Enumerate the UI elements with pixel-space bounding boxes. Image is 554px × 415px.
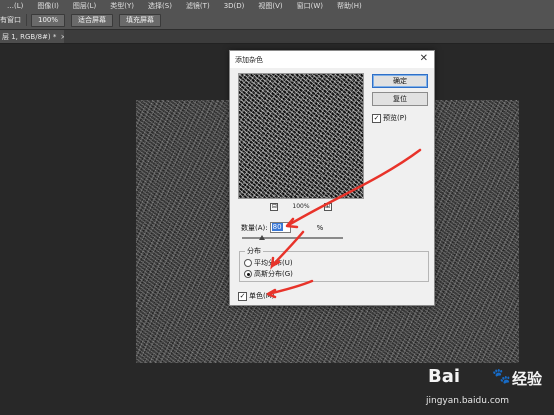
uniform-label: 平均分布(U): [254, 259, 293, 267]
menu-item-select[interactable]: 选择(S): [141, 1, 179, 11]
amount-unit: %: [316, 223, 324, 232]
monochromatic-checkbox-row[interactable]: ✓ 单色(M): [238, 291, 275, 301]
menu-item-filter[interactable]: 滤镜(T): [179, 1, 217, 11]
menu-item-image[interactable]: 图像(I): [30, 1, 66, 11]
amount-input[interactable]: 80: [269, 222, 291, 233]
noise-preview[interactable]: [238, 73, 364, 199]
watermark-brand-suffix: 经验: [512, 370, 543, 388]
zoom-out-icon[interactable]: ⊟: [270, 202, 279, 211]
uniform-radio-row[interactable]: 平均分布(U): [244, 258, 293, 268]
dialog-title-bar: 添加杂色 ✕: [230, 51, 434, 68]
menu-item-type[interactable]: 类型(Y): [103, 1, 141, 11]
amount-row: 数量(A): 80 %: [241, 222, 323, 233]
reset-button[interactable]: 复位: [372, 92, 428, 106]
amount-value: 80: [271, 223, 283, 231]
dialog-title: 添加杂色: [235, 55, 263, 64]
document-tab-bar: 层 1, RGB/8#) * ×: [0, 30, 554, 44]
menu-item-layer[interactable]: 图层(L): [66, 1, 103, 11]
amount-slider[interactable]: [242, 237, 343, 239]
amount-label: 数量(A):: [241, 223, 268, 232]
watermark-url: jingyan.baidu.com: [426, 396, 510, 406]
monochromatic-checkbox[interactable]: ✓: [238, 291, 247, 301]
menu-item[interactable]: …(L): [0, 2, 30, 10]
zoom-in-icon[interactable]: ⊞: [323, 202, 332, 211]
zoom-100-button[interactable]: 100%: [31, 13, 66, 27]
preview-zoom-value: 100%: [292, 203, 310, 210]
monochromatic-label: 单色(M): [249, 292, 275, 300]
menu-item-3d[interactable]: 3D(D): [217, 2, 252, 10]
distribution-group: 分布 平均分布(U) 高斯分布(G): [239, 246, 429, 282]
amount-slider-handle[interactable]: [259, 235, 266, 240]
document-tab-title: 层 1, RGB/8#) *: [2, 32, 57, 41]
menu-item-view[interactable]: 视图(V): [251, 1, 289, 11]
watermark-brand: Bai: [428, 366, 461, 387]
divider: [26, 14, 27, 26]
preview-zoom-controls: ⊟ 100% ⊞: [238, 202, 364, 211]
add-noise-dialog: 添加杂色 ✕ ⊟ 100% ⊞ 确定 复位 ✓ 预览(P) 数量(A): 80 …: [229, 50, 435, 306]
distribution-legend: 分布: [245, 246, 263, 256]
menu-item-window[interactable]: 窗口(W): [290, 1, 330, 11]
options-bar: 有窗口 100% 适合屏幕 填充屏幕: [0, 11, 554, 30]
fill-screen-button[interactable]: 填充屏幕: [119, 13, 162, 27]
gaussian-radio[interactable]: [244, 270, 252, 278]
options-label: 有窗口: [0, 16, 21, 24]
menu-item-help[interactable]: 帮助(H): [330, 1, 369, 11]
close-icon[interactable]: ✕: [420, 53, 428, 64]
baidu-jingyan-watermark: Bai 🐾 经验 jingyan.baidu.com: [424, 366, 552, 413]
close-icon[interactable]: ×: [60, 33, 64, 41]
uniform-radio[interactable]: [244, 259, 252, 267]
document-tab[interactable]: 层 1, RGB/8#) * ×: [0, 30, 64, 43]
preview-checkbox[interactable]: ✓: [372, 113, 381, 123]
gaussian-radio-row[interactable]: 高斯分布(G): [244, 269, 293, 279]
paw-icon: 🐾: [492, 367, 511, 385]
preview-checkbox-label: 预览(P): [383, 114, 407, 122]
fit-screen-button[interactable]: 适合屏幕: [71, 13, 114, 27]
gaussian-label: 高斯分布(G): [254, 270, 293, 278]
preview-checkbox-row[interactable]: ✓ 预览(P): [372, 113, 407, 123]
ok-button[interactable]: 确定: [372, 74, 428, 88]
